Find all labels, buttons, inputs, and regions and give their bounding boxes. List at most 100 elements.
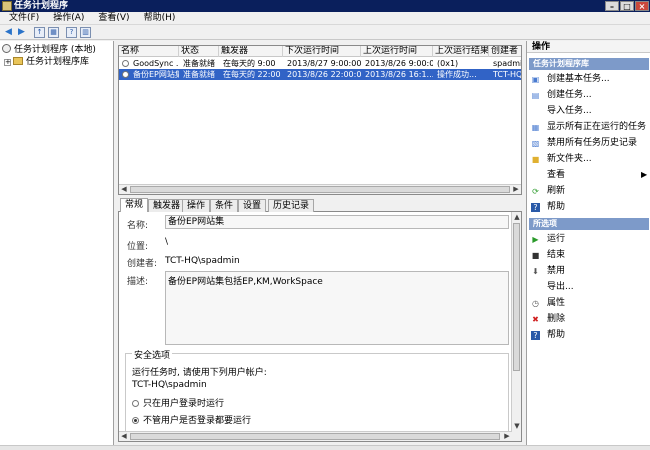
task-list: 名称 状态 触发器 下次运行时间 上次运行时间 上次运行结果 创建者 GoodS… — [118, 45, 522, 195]
action-label: 创建基本任务... — [547, 74, 610, 84]
show-hide-tree-icon[interactable]: ▦ — [48, 27, 59, 38]
section-task-library[interactable]: 任务计划程序库 — [529, 58, 649, 70]
submenu-arrow-icon: ▶ — [641, 170, 648, 179]
name-field[interactable]: 备份EP网站集 — [165, 215, 509, 229]
task-trigger: 在每天的 22:00 — [223, 70, 281, 79]
tab-settings[interactable]: 设置 — [238, 199, 267, 212]
task-basic-icon: ▣ — [531, 75, 540, 84]
tab-triggers[interactable]: 触发器 — [148, 199, 186, 212]
radio-label: 只在用户登录时运行 — [143, 399, 225, 409]
window-controls: – □ × — [605, 1, 649, 11]
action-label: 新文件夹... — [547, 154, 592, 164]
column-status[interactable]: 状态 — [179, 46, 219, 57]
column-trigger[interactable]: 触发器 — [219, 46, 283, 57]
action-view[interactable]: 查看 ▶ — [531, 169, 649, 181]
scroll-up-icon[interactable]: ▲ — [512, 212, 521, 222]
menu-view[interactable]: 查看(V) — [91, 12, 136, 24]
column-author[interactable]: 创建者 — [489, 46, 521, 57]
radio-run-only-logged-on[interactable]: 只在用户登录时运行 — [132, 396, 224, 409]
running-tasks-icon: ▦ — [531, 123, 540, 132]
title-bar: 任务计划程序 – □ × — [0, 0, 650, 12]
status-bar — [0, 445, 650, 450]
task-name: 备份EP网站集 — [133, 70, 179, 79]
tree-root[interactable]: 任务计划程序 (本地) — [2, 44, 96, 56]
expand-icon[interactable]: + — [4, 59, 11, 66]
tab-general[interactable]: 常规 — [120, 198, 149, 213]
close-button[interactable]: × — [635, 1, 649, 11]
description-label: 描述: — [127, 277, 149, 287]
stop-icon: ■ — [531, 251, 540, 260]
clock-icon — [2, 44, 11, 53]
actions-pane: 操作 任务计划程序库 ▣ 创建基本任务... ▤ 创建任务... 导入任务...… — [526, 41, 650, 445]
task-trigger: 在每天的 9:00 — [223, 59, 276, 68]
action-label: 帮助 — [547, 202, 566, 212]
help-icon: ? — [531, 203, 540, 212]
scroll-down-icon[interactable]: ▼ — [512, 421, 521, 431]
scroll-left-icon[interactable]: ◀ — [119, 185, 129, 194]
scroll-thumb[interactable] — [513, 223, 520, 371]
tree-item-library[interactable]: + 任务计划程序库 — [4, 56, 89, 68]
radio-on-icon[interactable] — [132, 417, 139, 424]
radio-run-whether-logged-on[interactable]: 不管用户是否登录都要运行 — [132, 413, 251, 426]
name-label: 名称: — [127, 221, 149, 231]
scroll-thumb[interactable] — [130, 433, 500, 440]
detail-vscrollbar[interactable]: ▲ ▼ — [511, 212, 521, 441]
table-row[interactable]: 备份EP网站集 准备就绪 在每天的 22:00 2013/8/26 22:00:… — [119, 69, 522, 80]
radio-off-icon[interactable] — [132, 400, 139, 407]
task-next-run: 2013/8/26 22:00:00 — [287, 70, 361, 79]
scroll-thumb[interactable] — [130, 186, 510, 193]
security-options-legend: 安全选项 — [132, 348, 173, 361]
tab-conditions[interactable]: 条件 — [210, 199, 239, 212]
action-label: 查看 — [547, 170, 566, 180]
tree-root-label: 任务计划程序 (本地) — [14, 45, 96, 55]
window-title: 任务计划程序 — [14, 1, 69, 11]
action-label: 帮助 — [547, 330, 566, 340]
task-status: 准备就绪 — [183, 59, 215, 68]
task-status: 准备就绪 — [183, 70, 215, 79]
task-list-hscrollbar[interactable]: ◀ ▶ — [119, 184, 521, 194]
maximize-button[interactable]: □ — [620, 1, 634, 11]
navigation-tree: 任务计划程序 (本地) + 任务计划程序库 — [0, 41, 114, 445]
radio-label: 不管用户是否登录都要运行 — [143, 416, 252, 426]
menu-bar: 文件(F) 操作(A) 查看(V) 帮助(H) — [0, 12, 650, 25]
scroll-right-icon[interactable]: ▶ — [502, 432, 512, 441]
action-label: 显示所有正在运行的任务 — [547, 122, 647, 132]
folder-icon — [13, 57, 23, 65]
task-create-icon: ▤ — [531, 91, 540, 100]
minimize-button[interactable]: – — [605, 1, 619, 11]
action-label: 禁用所有任务历史记录 — [547, 138, 638, 148]
column-last-result[interactable]: 上次运行结果 — [433, 46, 489, 57]
tab-history[interactable]: 历史记录 — [268, 199, 315, 212]
back-icon[interactable]: ◀ — [3, 27, 14, 38]
description-field[interactable]: 备份EP网站集包括EP,KM,WorkSpace — [165, 271, 509, 345]
task-list-header: 名称 状态 触发器 下次运行时间 上次运行时间 上次运行结果 创建者 — [119, 46, 521, 57]
show-action-pane-icon[interactable]: ▥ — [80, 27, 91, 38]
column-next-run[interactable]: 下次运行时间 — [283, 46, 361, 57]
detail-hscrollbar[interactable]: ◀ ▶ — [119, 431, 512, 441]
author-label: 创建者: — [127, 259, 158, 269]
help-icon[interactable]: ? — [66, 27, 77, 38]
section-selected-item[interactable]: 所选项 — [529, 218, 649, 230]
task-last-run: 2013/8/26 9:00:00 — [365, 59, 433, 68]
scroll-left-icon[interactable]: ◀ — [119, 432, 129, 441]
forward-icon[interactable]: ▶ — [16, 27, 27, 38]
table-row[interactable]: GoodSync ... 准备就绪 在每天的 9:00 2013/8/27 9:… — [119, 58, 521, 69]
properties-icon: ◷ — [532, 299, 539, 308]
menu-file[interactable]: 文件(F) — [2, 12, 46, 24]
task-last-run: 2013/8/26 16:1... — [365, 70, 433, 79]
run-as-user: TCT-HQ\spadmin — [132, 380, 207, 390]
menu-help[interactable]: 帮助(H) — [137, 12, 183, 24]
menu-action[interactable]: 操作(A) — [46, 12, 91, 24]
tab-actions[interactable]: 操作 — [182, 199, 211, 212]
delete-icon: ✖ — [532, 315, 539, 324]
column-last-run[interactable]: 上次运行时间 — [361, 46, 433, 57]
center-pane: 名称 状态 触发器 下次运行时间 上次运行时间 上次运行结果 创建者 GoodS… — [115, 41, 525, 445]
task-author: TCT-HQ\sp — [493, 70, 522, 79]
scroll-right-icon[interactable]: ▶ — [511, 185, 521, 194]
column-name[interactable]: 名称 — [119, 46, 179, 57]
run-icon: ▶ — [532, 235, 539, 244]
task-last-result: (0x1) — [437, 59, 459, 68]
folder-icon: ■ — [531, 155, 540, 164]
action-label: 结束 — [547, 250, 566, 260]
up-level-icon[interactable]: ↑ — [34, 27, 45, 38]
